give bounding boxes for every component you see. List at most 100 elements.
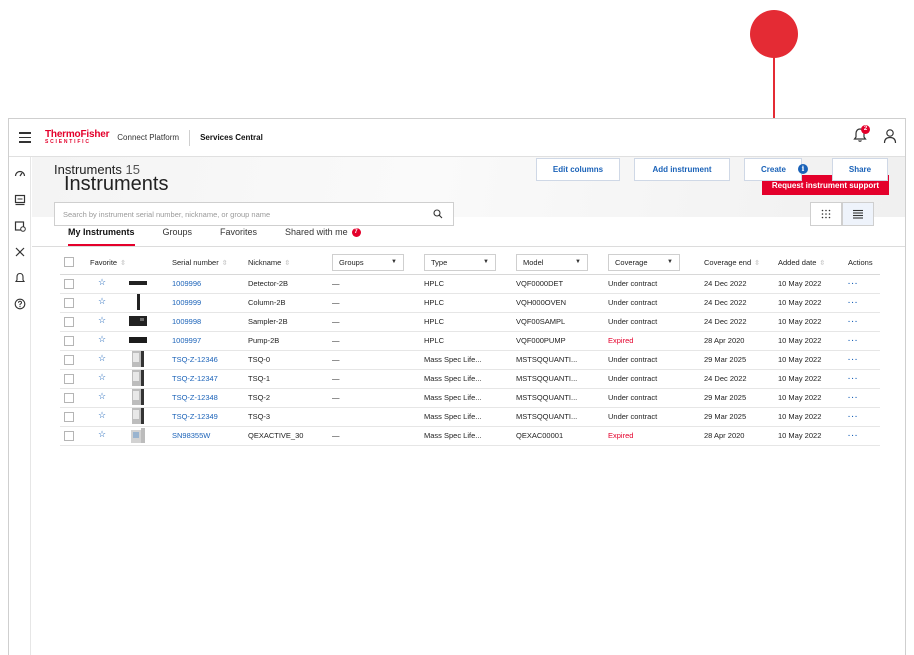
search-input[interactable] <box>63 209 423 219</box>
logo-subtitle: SCIENTIFIC <box>45 139 91 145</box>
star-icon[interactable]: ☆ <box>98 334 106 344</box>
header-favorite[interactable]: Favorite ⇳ <box>86 251 168 275</box>
type-filter[interactable]: Type ▼ <box>424 253 496 271</box>
header-label: Added date <box>778 257 817 267</box>
select-all-checkbox[interactable] <box>64 257 74 268</box>
help-icon[interactable] <box>13 297 27 311</box>
header-label: Favorite <box>90 257 118 267</box>
groups-cell: — <box>328 369 420 389</box>
instrument-thumbnail <box>128 315 148 329</box>
row-actions-menu[interactable]: ··· <box>848 279 859 288</box>
table-row[interactable]: ☆ SN98355W QEXACTIVE_30— Mass Spec Life... Q… <box>60 426 880 446</box>
menu-icon[interactable] <box>11 119 39 157</box>
row-actions-menu[interactable]: ··· <box>848 374 859 383</box>
header-coverage-end[interactable]: Coverage end ⇳ <box>700 251 774 275</box>
header-added-date[interactable]: Added date ⇳ <box>774 251 844 275</box>
model-filter[interactable]: Model ▼ <box>516 253 588 271</box>
actions-cell: ··· <box>844 426 880 446</box>
side-nav <box>9 157 31 655</box>
table-row[interactable]: ☆ TSQ-Z-12349 TSQ-3 Mass Spec Life... MSTSQQ… <box>60 407 880 427</box>
info-icon[interactable]: i <box>798 164 808 174</box>
serial-link[interactable]: 1009996 <box>172 279 201 288</box>
tab-groups[interactable]: Groups <box>163 227 193 246</box>
row-actions-menu[interactable]: ··· <box>848 336 859 345</box>
row-actions-menu[interactable]: ··· <box>848 412 859 421</box>
create-button[interactable]: Create <box>744 158 802 181</box>
user-icon[interactable] <box>883 128 897 144</box>
serial-link[interactable]: 1009998 <box>172 317 201 326</box>
star-icon[interactable]: ☆ <box>98 296 106 306</box>
search-icon[interactable] <box>433 209 443 219</box>
instrument-thumbnail <box>128 350 148 369</box>
serial-link[interactable]: TSQ-Z-12349 <box>172 412 218 421</box>
platform-name[interactable]: Connect Platform <box>117 133 179 142</box>
serial-link[interactable]: 1009999 <box>172 298 201 307</box>
tools-icon[interactable] <box>13 245 27 259</box>
add-instrument-button[interactable]: Add instrument <box>634 158 730 181</box>
star-icon[interactable]: ☆ <box>98 429 106 439</box>
table-row[interactable]: ☆ TSQ-Z-12347 TSQ-1— Mass Spec Life... MSTSQ… <box>60 369 880 389</box>
sort-icon: ⇳ <box>221 259 228 267</box>
model-cell: MSTSQQUANTI... <box>512 350 604 370</box>
row-checkbox[interactable] <box>64 297 74 308</box>
row-actions-menu[interactable]: ··· <box>848 431 859 440</box>
row-actions-menu[interactable]: ··· <box>848 298 859 307</box>
row-actions-menu[interactable]: ··· <box>848 355 859 364</box>
serial-link[interactable]: TSQ-Z-12346 <box>172 355 218 364</box>
groups-filter[interactable]: Groups ▼ <box>332 253 404 271</box>
coverage-end-cell: 29 Mar 2025 <box>700 407 774 427</box>
list-view-button[interactable] <box>842 202 874 226</box>
coverage-filter[interactable]: Coverage ▼ <box>608 253 680 271</box>
serial-link[interactable]: TSQ-Z-12347 <box>172 374 218 383</box>
star-icon[interactable]: ☆ <box>98 315 106 325</box>
table-row[interactable]: ☆ 1009999 Column-2B — HPLC VQH000OVEN Under co… <box>60 293 880 313</box>
table-row[interactable]: ☆ TSQ-Z-12348 TSQ-2— Mass Spec Life... MSTSQ… <box>60 388 880 408</box>
model-cell: MSTSQQUANTI... <box>512 369 604 389</box>
row-checkbox[interactable] <box>64 354 74 365</box>
row-actions-menu[interactable]: ··· <box>848 393 859 402</box>
row-checkbox[interactable] <box>64 335 74 346</box>
instruments-icon[interactable] <box>13 193 27 207</box>
serial-link[interactable]: 1009997 <box>172 336 201 345</box>
header-label: Coverage end <box>704 257 752 267</box>
notifications-button[interactable]: 2 <box>853 125 870 145</box>
table-row[interactable]: ☆ 1009998 Sampler-2B — HPLC VQF00SAMPL Under c… <box>60 312 880 332</box>
section-name[interactable]: Services Central <box>200 133 263 142</box>
brand-logo[interactable]: ThermoFisher SCIENTIFIC <box>45 130 109 145</box>
star-icon[interactable]: ☆ <box>98 391 106 401</box>
table-row[interactable]: ☆ TSQ-Z-12346 TSQ-0— Mass Spec Life... MSTSQ… <box>60 350 880 370</box>
row-actions-menu[interactable]: ··· <box>848 317 859 326</box>
model-cell: VQF0000DET <box>512 274 604 294</box>
star-icon[interactable]: ☆ <box>98 410 106 420</box>
header-label: Actions <box>848 257 873 267</box>
dashboard-icon[interactable] <box>13 167 27 181</box>
row-checkbox[interactable] <box>64 411 74 422</box>
row-checkbox[interactable] <box>64 373 74 384</box>
star-icon[interactable]: ☆ <box>98 277 106 287</box>
row-checkbox[interactable] <box>64 430 74 441</box>
share-button[interactable]: Share <box>832 158 888 181</box>
serial-link[interactable]: TSQ-Z-12348 <box>172 393 218 402</box>
header-nickname[interactable]: Nickname ⇳ <box>244 251 328 275</box>
favorite-cell: ☆ <box>86 350 168 370</box>
service-calendar-icon[interactable] <box>13 219 27 233</box>
select-cell <box>60 331 86 351</box>
edit-columns-button[interactable]: Edit columns <box>536 158 620 181</box>
star-icon[interactable]: ☆ <box>98 372 106 382</box>
table-row[interactable]: ☆ 1009997 Pump-2B — HPLC VQF000PUMP Expired 28 … <box>60 331 880 351</box>
table-body: ☆ 1009996 Detector-2B — HPLC VQF0000DET Under … <box>60 274 880 446</box>
row-checkbox[interactable] <box>64 316 74 327</box>
row-checkbox[interactable] <box>64 392 74 403</box>
tab-my-instruments[interactable]: My Instruments <box>68 227 135 246</box>
alerts-bell-icon[interactable] <box>13 271 27 285</box>
header-serial[interactable]: Serial number ⇳ <box>168 251 244 275</box>
table-row[interactable]: ☆ 1009996 Detector-2B — HPLC VQF0000DET Under … <box>60 274 880 294</box>
tab-shared-with-me[interactable]: Shared with me 7 <box>285 227 361 246</box>
grid-view-button[interactable] <box>810 202 842 226</box>
favorite-cell: ☆ <box>86 407 168 427</box>
coverage-end-cell: 29 Mar 2025 <box>700 388 774 408</box>
tab-favorites[interactable]: Favorites <box>220 227 257 246</box>
row-checkbox[interactable] <box>64 278 74 289</box>
star-icon[interactable]: ☆ <box>98 353 106 363</box>
serial-link[interactable]: SN98355W <box>172 431 210 440</box>
